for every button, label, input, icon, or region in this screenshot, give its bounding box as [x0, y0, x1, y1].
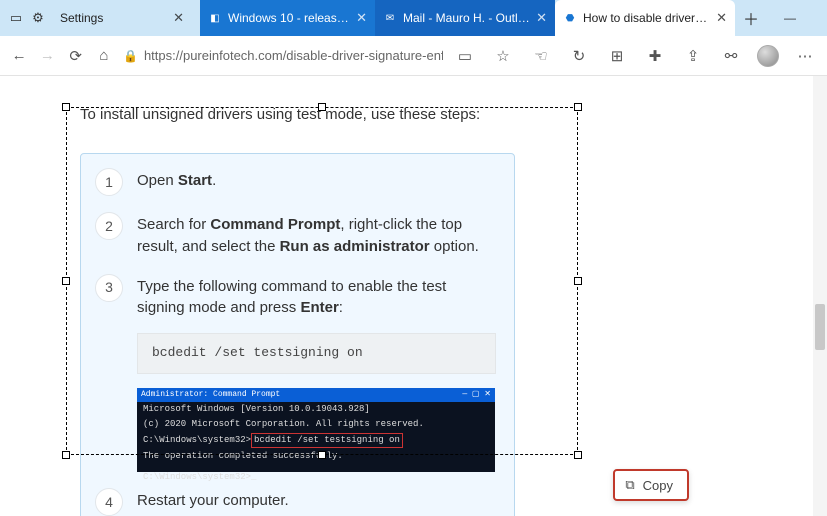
step-1: 1 Open Start.	[95, 170, 496, 196]
cmd-title: Administrator: Command Prompt	[141, 389, 280, 401]
url-text: https://pureinfotech.com/disable-driver-…	[144, 48, 443, 63]
step-text: Restart your computer.	[137, 490, 496, 516]
step-4: 4 Restart your computer.	[95, 490, 496, 516]
step-text: Search for Command Prompt, right-click t…	[137, 214, 496, 258]
profile-avatar[interactable]	[757, 45, 779, 67]
step-number: 1	[95, 168, 123, 196]
link-button[interactable]: ⚯	[719, 44, 743, 68]
step-number: 2	[95, 212, 123, 240]
favicon-icon: ⬣	[563, 11, 577, 25]
share-button[interactable]: ⇪	[681, 44, 705, 68]
minimize-button[interactable]: ―	[767, 0, 813, 36]
home-button[interactable]: ⌂	[95, 44, 113, 68]
close-icon[interactable]: ✕	[173, 10, 184, 26]
window-controls: ― ▢ ✕	[767, 0, 827, 36]
close-icon[interactable]: ✕	[536, 10, 547, 26]
tab-active[interactable]: ⬣ How to disable driver sig… ✕	[555, 0, 735, 36]
tab-outlook[interactable]: ✉ Mail - Mauro H. - Outlook ✕	[375, 0, 555, 36]
extensions-button[interactable]: ✚	[643, 44, 667, 68]
step-number: 3	[95, 274, 123, 302]
article-body: To install unsigned drivers using test m…	[0, 76, 827, 516]
tab-settings[interactable]: Settings ✕	[52, 10, 192, 26]
new-tab-button[interactable]: ＋	[735, 0, 767, 36]
tab-label: Windows 10 - release inf…	[228, 11, 350, 25]
address-bar[interactable]: 🔒 https://pureinfotech.com/disable-drive…	[123, 48, 443, 63]
forward-button[interactable]: →	[38, 44, 56, 68]
gear-icon[interactable]: ⚙	[30, 10, 46, 26]
tab-label: How to disable driver sig…	[583, 11, 710, 25]
step-number: 4	[95, 488, 123, 516]
page-content: To install unsigned drivers using test m…	[0, 76, 827, 516]
maximize-button[interactable]: ▢	[813, 0, 827, 36]
scrollbar-thumb[interactable]	[815, 304, 825, 350]
favicon-icon: ◧	[208, 11, 222, 25]
step-2: 2 Search for Command Prompt, right-click…	[95, 214, 496, 258]
titlebar-app-icons: ▭ ⚙ Settings ✕	[0, 0, 200, 36]
favicon-icon: ✉	[383, 11, 397, 25]
browser-toolbar: ← → ⟳ ⌂ 🔒 https://pureinfotech.com/disab…	[0, 36, 827, 76]
step-text: Open Start.	[137, 170, 496, 196]
close-icon[interactable]: ✕	[356, 10, 367, 26]
back-button[interactable]: ←	[10, 44, 28, 68]
close-icon[interactable]: ✕	[716, 10, 727, 26]
more-button[interactable]: ⋯	[793, 44, 817, 68]
lock-icon: 🔒	[123, 49, 138, 63]
command-prompt-screenshot: Administrator: Command Prompt — ▢ ✕ Micr…	[137, 388, 495, 472]
tab-actions-icon[interactable]: ▭	[8, 10, 24, 26]
collections-button[interactable]: ⊞	[605, 44, 629, 68]
tab-label: Settings	[60, 11, 167, 25]
copy-icon: ⧉	[625, 477, 634, 493]
copy-toast[interactable]: ⧉ Copy	[613, 469, 689, 501]
intro-text: To install unsigned drivers using test m…	[80, 106, 747, 123]
window-titlebar: ▭ ⚙ Settings ✕ ◧ Windows 10 - release in…	[0, 0, 827, 36]
step-3: 3 Type the following command to enable t…	[95, 276, 496, 472]
steps-list: 1 Open Start. 2 Search for Command Promp…	[80, 153, 515, 516]
tracking-button[interactable]: ☜	[529, 44, 553, 68]
copy-label: Copy	[643, 478, 673, 493]
browser-tabs: ◧ Windows 10 - release inf… ✕ ✉ Mail - M…	[200, 0, 767, 36]
tab-label: Mail - Mauro H. - Outlook	[403, 11, 530, 25]
cmd-window-controls: — ▢ ✕	[462, 389, 491, 401]
step-text: Type the following command to enable the…	[137, 276, 496, 472]
history-button[interactable]: ↻	[567, 44, 591, 68]
toolbar-actions: ▭ ☆ ☜ ↻ ⊞ ✚ ⇪ ⚯ ⋯	[453, 44, 817, 68]
tab-windows10[interactable]: ◧ Windows 10 - release inf… ✕	[200, 0, 375, 36]
favorite-button[interactable]: ☆	[491, 44, 515, 68]
refresh-button[interactable]: ⟳	[67, 44, 85, 68]
vertical-scrollbar[interactable]	[813, 76, 827, 516]
reader-button[interactable]: ▭	[453, 44, 477, 68]
code-block[interactable]: bcdedit /set testsigning on	[137, 333, 496, 374]
